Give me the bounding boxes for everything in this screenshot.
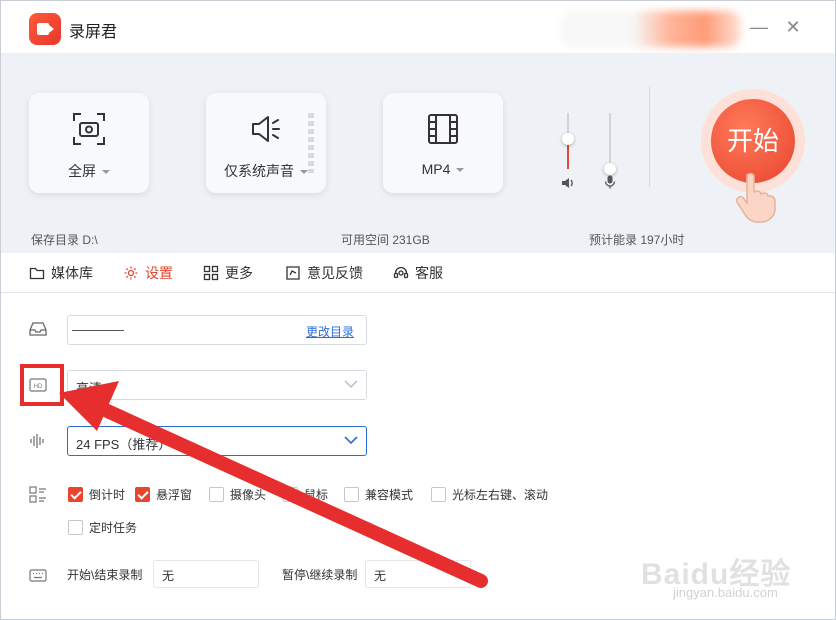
option-countdown[interactable]: 倒计时 (68, 487, 125, 505)
microphone-icon (604, 175, 616, 189)
audio-source-label: 仅系统声音 (224, 163, 294, 179)
start-stop-hotkey-label: 开始\结束录制 (67, 568, 143, 582)
pause-resume-hotkey-label: 暂停\继续录制 (282, 568, 358, 582)
gear-icon (124, 266, 138, 280)
app-window: 录屏君 — ✕ 全屏 仅系统声音 MP4 开始 保存目录 D:\ 可用空间 23… (0, 0, 836, 620)
option-mouse[interactable]: 鼠标 (283, 487, 328, 505)
screen-capture-icon (73, 113, 105, 145)
change-directory-link[interactable]: 更改目录 (306, 323, 354, 340)
audio-source-button[interactable]: 仅系统声音 (206, 93, 326, 193)
tab-media-library[interactable]: 媒体库 (29, 263, 93, 283)
option-floating-window[interactable]: 悬浮窗 (135, 487, 192, 505)
option-camera[interactable]: 摄像头 (209, 487, 266, 505)
checkbox-unchecked[interactable] (431, 487, 446, 502)
quality-select[interactable]: 高清 (67, 370, 367, 400)
microphone-volume-slider[interactable] (604, 113, 616, 175)
app-logo-icon (29, 13, 61, 45)
save-directory-info: 保存目录 D:\ (31, 233, 98, 247)
grid-icon (203, 265, 219, 281)
start-stop-hotkey-field[interactable]: 无 (153, 560, 259, 588)
option-compatible-mode[interactable]: 兼容模式 (344, 487, 413, 505)
title-bar: 录屏君 — ✕ (1, 1, 835, 53)
blurred-area (561, 11, 741, 47)
speaker-icon (562, 178, 573, 188)
fps-select[interactable]: 24 FPS（推荐） (67, 426, 367, 456)
start-stop-hotkey-value: 无 (162, 569, 175, 583)
chevron-down-icon (300, 170, 308, 175)
minimize-icon[interactable]: — (747, 15, 771, 39)
chevron-down-icon (344, 380, 358, 388)
checkbox-unchecked[interactable] (68, 520, 83, 535)
tab-bar: 媒体库 设置 更多 意见反馈 客服 (1, 253, 835, 293)
fps-value: 24 FPS（推荐） (76, 437, 172, 452)
save-directory-field[interactable]: 更改目录 (67, 315, 367, 345)
headset-icon (393, 266, 409, 279)
system-volume-slider[interactable] (562, 113, 574, 169)
chevron-down-icon (344, 436, 358, 445)
audio-wave-icon (30, 434, 44, 448)
checkbox-unchecked[interactable] (283, 487, 298, 502)
pause-resume-hotkey-field[interactable]: 无 (365, 560, 471, 588)
option-scheduled-task[interactable]: 定时任务 (68, 520, 137, 538)
tab-customer-service[interactable]: 客服 (393, 263, 443, 283)
feedback-icon (286, 266, 300, 280)
divider (649, 87, 650, 187)
option-cursor-clicks[interactable]: 光标左右键、滚动 (431, 487, 548, 505)
speaker-icon (252, 116, 280, 142)
checkbox-unchecked[interactable] (209, 487, 224, 502)
format-label: MP4 (421, 161, 451, 177)
watermark-url: jingyan.baidu.com (673, 585, 778, 600)
volume-slider-handle[interactable] (562, 133, 574, 145)
chevron-down-icon (456, 168, 465, 173)
checkbox-unchecked[interactable] (344, 487, 359, 502)
chevron-down-icon (102, 170, 110, 175)
format-button[interactable]: MP4 (383, 93, 503, 193)
quality-value: 高清 (76, 381, 103, 396)
tab-settings[interactable]: 设置 (123, 263, 173, 283)
film-icon (428, 114, 458, 144)
close-icon[interactable]: ✕ (781, 15, 805, 39)
screen-mode-label: 全屏 (68, 163, 96, 179)
inbox-icon (29, 322, 47, 336)
estimated-time-info: 预计能录 197小时 (589, 233, 685, 247)
checkbox-checked[interactable] (135, 487, 150, 502)
app-title: 录屏君 (69, 24, 118, 41)
pointing-hand-icon (735, 172, 776, 223)
checkbox-checked[interactable] (68, 487, 83, 502)
keyboard-icon (29, 569, 47, 582)
hd-icon-highlight-annotation (20, 364, 64, 406)
options-grid-icon (29, 486, 46, 503)
screen-mode-button[interactable]: 全屏 (29, 93, 149, 193)
directory-path-redacted (72, 330, 124, 331)
tab-more[interactable]: 更多 (203, 263, 253, 283)
mic-slider-handle[interactable] (604, 163, 616, 175)
tab-feedback[interactable]: 意见反馈 (285, 263, 363, 283)
folder-icon (29, 267, 45, 280)
record-panel: 全屏 仅系统声音 MP4 开始 保存目录 D:\ 可用空间 231GB 预计能录… (1, 53, 835, 253)
pause-resume-hotkey-value: 无 (374, 569, 387, 583)
free-space-info: 可用空间 231GB (341, 233, 430, 247)
